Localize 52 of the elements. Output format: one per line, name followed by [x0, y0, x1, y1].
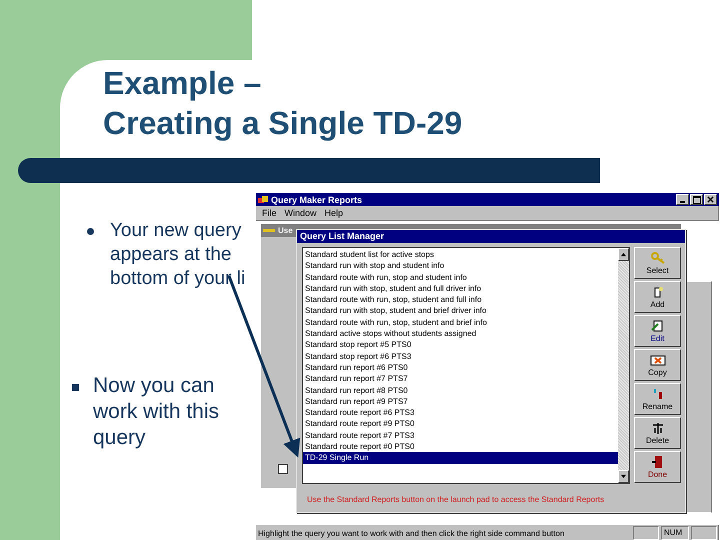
slide-title: Example – Creating a Single TD-29: [103, 64, 464, 143]
status-indicator: NUM: [661, 526, 689, 540]
bullet-icon: [72, 384, 79, 391]
list-item[interactable]: Standard run with stop and student info: [303, 260, 618, 272]
maximize-button[interactable]: [690, 194, 703, 205]
rename-button[interactable]: Rename: [634, 383, 681, 415]
list-item[interactable]: Standard run with stop, student and full driver info: [303, 282, 618, 294]
window-title: Use: [278, 226, 293, 235]
add-button[interactable]: Add: [634, 281, 681, 313]
list-item[interactable]: Standard active stops without students assigned: [303, 328, 618, 340]
window-title: Query Maker Reports: [271, 194, 364, 204]
list-item[interactable]: Standard route report #9 PTS0: [303, 418, 618, 430]
menu-item[interactable]: Help: [324, 208, 344, 218]
close-button[interactable]: [704, 194, 717, 205]
bullet-icon: [87, 228, 94, 235]
edit-button[interactable]: Edit: [634, 315, 681, 347]
scroll-down-icon[interactable]: [620, 474, 627, 479]
checkbox[interactable]: [278, 464, 288, 474]
list-item[interactable]: Standard route with run, stop, student and full info: [303, 294, 618, 306]
list-item[interactable]: Standard run report #6 PTS0: [303, 362, 618, 374]
list-item[interactable]: Standard run with stop, student and brief driver info: [303, 305, 618, 317]
dialog-title: Query List Manager: [297, 230, 685, 243]
status-pane: [691, 526, 717, 540]
scroll-up-icon[interactable]: [620, 252, 627, 257]
list-item[interactable]: Standard stop report #5 PTS0: [303, 339, 618, 351]
list-item[interactable]: Standard route report #6 PTS3: [303, 407, 618, 418]
menu-item[interactable]: Window: [284, 208, 317, 218]
status-pane: [633, 526, 659, 540]
minimize-button[interactable]: [676, 194, 689, 205]
bullet-text: Your new query appears at the bottom of your li: [110, 219, 246, 291]
list-item[interactable]: Standard route with run, stop, student and brief info: [303, 316, 618, 328]
app-icon: [258, 194, 268, 204]
list-item[interactable]: Standard route with run, stop and student info: [303, 272, 618, 283]
bullet-text: Now you can work with this query: [93, 373, 220, 451]
list-item[interactable]: Standard run report #9 PTS7: [303, 396, 618, 408]
list-item[interactable]: Standard route report #0 PTS0: [303, 441, 618, 452]
list-item[interactable]: Standard stop report #6 PTS3: [303, 350, 618, 362]
list-item[interactable]: TD-29 Single Run: [303, 452, 618, 464]
list-item[interactable]: Standard run report #7 PTS7: [303, 373, 618, 385]
copy-icon: [650, 353, 666, 367]
menu-item[interactable]: File: [262, 208, 277, 218]
select-button[interactable]: Select: [634, 247, 681, 279]
done-button[interactable]: Done: [634, 451, 681, 483]
list-item[interactable]: Standard route report #7 PTS3: [303, 430, 618, 442]
delete-button[interactable]: Delete: [634, 417, 681, 449]
edit-icon: [650, 319, 666, 333]
status-text: Highlight the query you want to work with and then click the right side command button: [258, 528, 566, 538]
list-item[interactable]: Standard student list for active stops: [303, 249, 618, 260]
info-message: Use the Standard Reports button on the launch pad to access the Standard Reports: [306, 494, 606, 504]
copy-button[interactable]: Copy: [634, 349, 681, 381]
scrollbar[interactable]: [618, 248, 629, 483]
list-item[interactable]: Standard run report #8 PTS0: [303, 384, 618, 396]
